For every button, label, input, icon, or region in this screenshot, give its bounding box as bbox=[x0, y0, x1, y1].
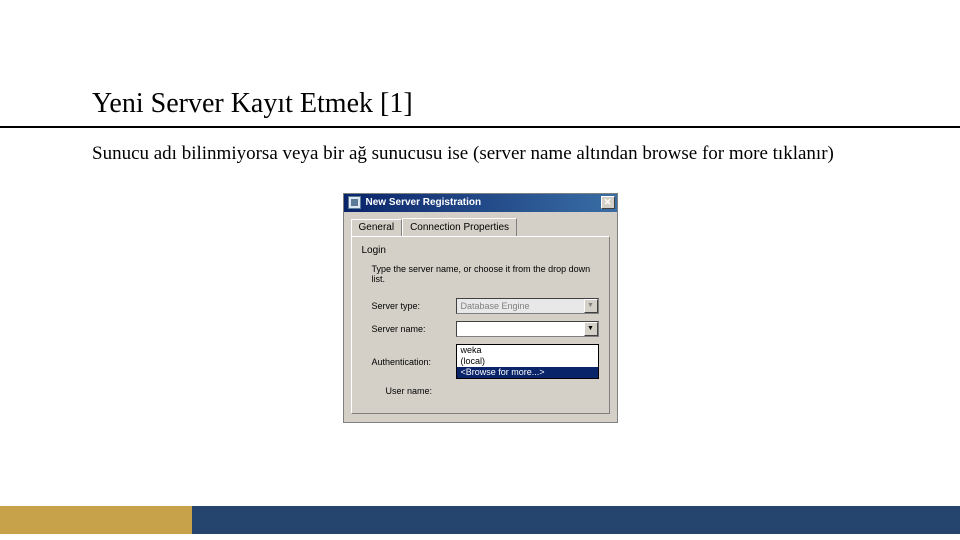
slide-footer-bar bbox=[0, 506, 960, 534]
combo-server-type-value: Database Engine bbox=[457, 301, 584, 311]
slide-body-text: Sunucu adı bilinmiyorsa veya bir ağ sunu… bbox=[0, 142, 960, 167]
dialog-title: New Server Registration bbox=[366, 197, 601, 208]
close-button[interactable]: ✕ bbox=[601, 196, 615, 209]
chevron-down-icon: ▼ bbox=[584, 299, 598, 313]
row-server-type: Server type: Database Engine ▼ bbox=[372, 298, 599, 314]
tab-strip: General Connection Properties bbox=[344, 212, 617, 236]
dialog-title-bar: New Server Registration ✕ bbox=[344, 194, 617, 212]
tab-connection-properties[interactable]: Connection Properties bbox=[402, 218, 517, 236]
tab-panel-general: Login Type the server name, or choose it… bbox=[351, 236, 610, 415]
combo-server-name[interactable]: ▼ bbox=[456, 321, 599, 337]
server-icon bbox=[348, 196, 361, 209]
dropdown-item-browse-for-more[interactable]: <Browse for more...> bbox=[457, 367, 598, 378]
instruction-text: Type the server name, or choose it from … bbox=[372, 264, 599, 284]
row-user-name: User name: bbox=[372, 386, 599, 396]
slide-title: Yeni Server Kayıt Etmek [1] bbox=[0, 0, 960, 128]
chevron-down-icon[interactable]: ▼ bbox=[584, 322, 598, 336]
label-server-name: Server name: bbox=[372, 324, 456, 334]
footer-accent-navy bbox=[192, 506, 960, 534]
tab-general[interactable]: General bbox=[351, 219, 403, 236]
server-name-dropdown-list: weka (local) <Browse for more...> bbox=[456, 344, 599, 380]
row-authentication: Authentication: weka (local) <Browse for… bbox=[372, 344, 599, 380]
label-authentication: Authentication: bbox=[372, 357, 456, 367]
footer-accent-gold bbox=[0, 506, 192, 534]
label-server-type: Server type: bbox=[372, 301, 456, 311]
row-server-name: Server name: ▼ bbox=[372, 321, 599, 337]
label-user-name: User name: bbox=[372, 386, 456, 396]
combo-server-type: Database Engine ▼ bbox=[456, 298, 599, 314]
login-group-label: Login bbox=[362, 245, 599, 256]
dropdown-item-weka[interactable]: weka bbox=[457, 345, 598, 356]
new-server-registration-dialog: New Server Registration ✕ General Connec… bbox=[343, 193, 618, 424]
dropdown-item-local[interactable]: (local) bbox=[457, 356, 598, 367]
